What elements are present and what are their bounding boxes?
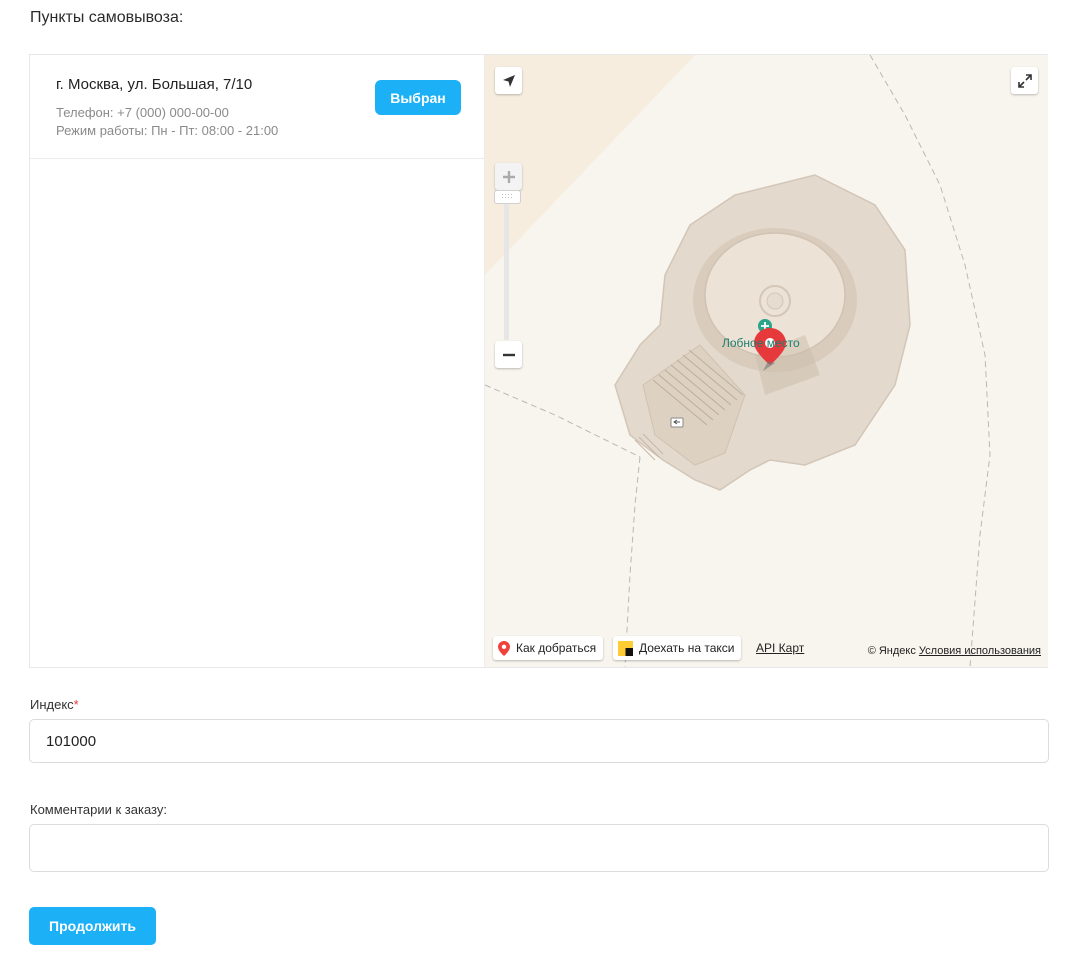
poi-label: Лобное место: [722, 336, 800, 350]
section-title: Пункты самовывоза:: [30, 9, 184, 26]
taxi-icon: [618, 640, 633, 656]
continue-button[interactable]: Продолжить: [29, 907, 156, 945]
geolocation-button[interactable]: [495, 67, 522, 94]
required-mark: *: [73, 697, 79, 712]
terms-of-use-link[interactable]: Условия использования: [919, 645, 1041, 657]
plus-icon: [502, 170, 515, 183]
yandex-map[interactable]: Лобное место :::: Как добраться Доехать …: [485, 55, 1048, 667]
route-button[interactable]: Как добраться: [493, 636, 604, 660]
route-pin-icon: [498, 640, 510, 656]
pickup-address: г. Москва, ул. Большая, 7/10: [56, 76, 253, 93]
copyright-text: © Яндекс: [867, 645, 916, 657]
index-input[interactable]: [29, 719, 1049, 763]
taxi-button[interactable]: Доехать на такси: [613, 636, 742, 660]
zoom-slider-handle[interactable]: ::::: [494, 190, 521, 204]
map-copyright: © Яндекс Условия использования: [868, 645, 1041, 657]
navigation-arrow-icon: [502, 74, 515, 87]
pickup-hours: Режим работы: Пн - Пт: 08:00 - 21:00: [56, 123, 279, 138]
taxi-button-label: Доехать на такси: [639, 641, 735, 655]
zoom-out-button[interactable]: [495, 341, 522, 368]
index-label-text: Индекс: [30, 697, 74, 712]
map-canvas: [485, 55, 1048, 667]
minus-icon: [502, 353, 515, 356]
pickup-selected-button[interactable]: Выбран: [375, 80, 461, 115]
fullscreen-button[interactable]: [1011, 67, 1038, 94]
comment-label: Комментарии к заказу:: [30, 802, 167, 817]
zoom-slider-track[interactable]: [504, 190, 509, 340]
pickup-list: г. Москва, ул. Большая, 7/10 Телефон: +7…: [30, 55, 485, 667]
zoom-in-button[interactable]: [495, 163, 522, 190]
api-maps-link[interactable]: API Карт: [756, 641, 804, 655]
expand-icon: [1017, 73, 1032, 88]
route-button-label: Как добраться: [516, 641, 597, 655]
comment-input[interactable]: [29, 824, 1049, 872]
pickup-points-panel: г. Москва, ул. Большая, 7/10 Телефон: +7…: [29, 54, 1048, 668]
pickup-phone: Телефон: +7 (000) 000-00-00: [56, 105, 229, 120]
index-label: Индекс*: [30, 697, 79, 712]
pickup-item[interactable]: г. Москва, ул. Большая, 7/10 Телефон: +7…: [30, 55, 484, 159]
